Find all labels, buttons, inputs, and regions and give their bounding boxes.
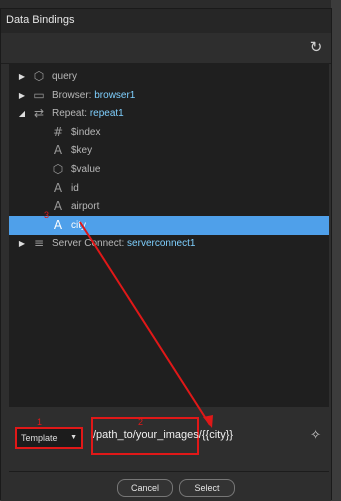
tree-row-value: browser1 xyxy=(94,89,136,101)
collapse-arrow-icon[interactable]: ◢ xyxy=(17,104,27,123)
select-button[interactable]: Select xyxy=(179,479,235,497)
database-icon: ≡ xyxy=(33,236,45,251)
tree-row-label: $key xyxy=(71,145,93,157)
expand-arrow-icon[interactable]: ▶ xyxy=(17,67,27,86)
tree-row-label: $index xyxy=(71,126,101,138)
dialog-title: Data Bindings xyxy=(6,14,75,26)
tree-row[interactable]: Aid xyxy=(9,179,329,198)
title-bar: Data Bindings xyxy=(1,9,331,34)
chevron-down-icon: ▼ xyxy=(70,434,77,441)
tree-row[interactable]: ▶ ▭ Browser: browser1 xyxy=(9,86,329,105)
tree-row-label: Repeat: repeat1 xyxy=(52,108,124,120)
browser-icon: ▭ xyxy=(33,87,45,102)
annotation-2: 2 xyxy=(138,417,144,427)
expand-arrow-icon[interactable]: ▶ xyxy=(17,86,27,105)
tree-row[interactable]: ▶ ≡ Server Connect: serverconnect1 xyxy=(9,234,329,253)
tree-row[interactable]: ◢ ⇄ Repeat: repeat1 xyxy=(9,104,329,123)
tree-row[interactable]: Acity xyxy=(9,215,329,235)
tree-row[interactable]: ▶ ⬡ query xyxy=(9,67,329,86)
tree-row-label: $value xyxy=(71,164,101,175)
tree-row-label: airport xyxy=(71,201,100,213)
annotation-1: 1 xyxy=(37,417,43,427)
divider xyxy=(9,471,329,472)
tree-row[interactable]: Aairport xyxy=(9,197,329,216)
mode-select[interactable]: Template ▼ xyxy=(15,427,83,449)
tree-row[interactable]: # $index xyxy=(9,123,329,142)
tree-row[interactable]: A $key xyxy=(9,141,329,160)
text-icon: A xyxy=(53,217,63,232)
annotation-3: 3 xyxy=(44,210,50,220)
cube-icon: ⬡ xyxy=(33,69,45,83)
hash-icon: # xyxy=(52,124,64,139)
repeat-icon: ⇄ xyxy=(33,106,45,121)
tree-row-label: Browser: browser1 xyxy=(52,89,136,101)
tree-row-label: id xyxy=(71,182,79,194)
text-icon: A xyxy=(53,143,63,158)
magic-wand-icon[interactable]: ✧ xyxy=(310,427,321,443)
binding-tree: ▶ ⬡ query ▶ ▭ Browser: browser1 ◢ ⇄ Repeat: repe… xyxy=(9,63,329,407)
tree-row-value: repeat1 xyxy=(89,108,124,120)
toolbar: ↻ xyxy=(1,33,331,64)
tree-row-label: query xyxy=(52,71,78,82)
text-icon: A xyxy=(53,199,63,214)
text-icon: A xyxy=(53,180,63,195)
cube-icon: ⬡ xyxy=(52,162,64,176)
data-bindings-dialog: Data Bindings ↻ ▶ ⬡ query ▶ ▭ Browser: browse… xyxy=(0,8,332,501)
cancel-button[interactable]: Cancel xyxy=(117,479,173,497)
expand-arrow-icon[interactable]: ▶ xyxy=(17,234,27,253)
tree-row-label: Server Connect: serverconnect1 xyxy=(52,238,196,250)
refresh-icon[interactable]: ↻ xyxy=(307,39,325,57)
tree-row[interactable]: ⬡ $value xyxy=(9,160,329,179)
mode-select-value: Template xyxy=(21,433,58,443)
tree-row-value: serverconnect1 xyxy=(127,238,196,250)
path-input[interactable]: /path_to/your_images/{{city}} xyxy=(93,429,233,441)
tree-row-label: city xyxy=(71,219,86,231)
